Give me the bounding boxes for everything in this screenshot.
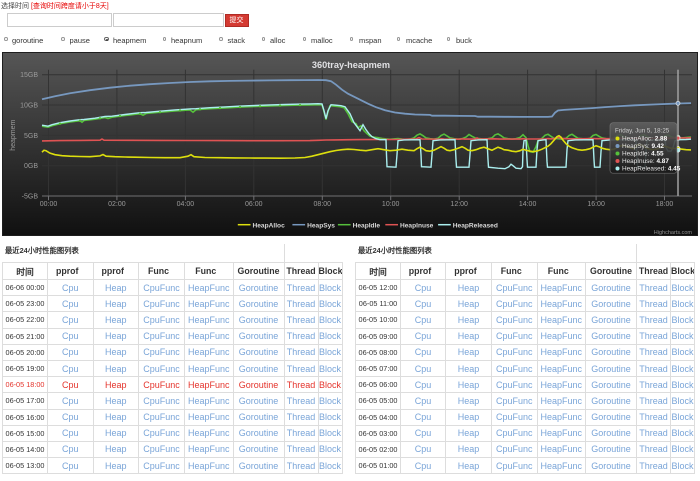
svg-text:08:00: 08:00 xyxy=(314,201,332,208)
svg-text:0GB: 0GB xyxy=(24,163,38,170)
svg-text:00:00: 00:00 xyxy=(40,201,58,208)
svg-text:HeapReleased: HeapReleased xyxy=(453,223,498,230)
svg-text:5GB: 5GB xyxy=(24,133,38,140)
svg-text:HeapInuse: 4.87: HeapInuse: 4.87 xyxy=(622,158,669,165)
svg-text:12:00: 12:00 xyxy=(450,201,468,208)
svg-text:HeapIdle: 4.55: HeapIdle: 4.55 xyxy=(622,151,664,158)
svg-text:HeapAlloc: 2.88: HeapAlloc: 2.88 xyxy=(622,136,668,143)
svg-text:10GB: 10GB xyxy=(20,103,38,110)
svg-text:HeapReleased: 4.45: HeapReleased: 4.45 xyxy=(622,166,681,173)
svg-text:HeapInuse: HeapInuse xyxy=(400,223,434,230)
svg-text:HeapSys: 9.42: HeapSys: 9.42 xyxy=(622,143,664,150)
svg-text:360tray-heapmem: 360tray-heapmem xyxy=(312,60,390,70)
svg-text:HeapSys: HeapSys xyxy=(307,223,335,230)
svg-text:heapmem: heapmem xyxy=(10,120,17,151)
svg-text:02:00: 02:00 xyxy=(108,201,126,208)
svg-text:06:00: 06:00 xyxy=(245,201,263,208)
svg-text:-5GB: -5GB xyxy=(22,194,39,201)
svg-text:HeapIdle: HeapIdle xyxy=(353,223,381,230)
svg-text:14:00: 14:00 xyxy=(519,201,537,208)
svg-text:15GB: 15GB xyxy=(20,72,38,79)
svg-text:HeapAlloc: HeapAlloc xyxy=(253,223,286,230)
svg-text:Highcharts.com: Highcharts.com xyxy=(654,230,693,236)
svg-text:Friday, Jun 5, 18:25: Friday, Jun 5, 18:25 xyxy=(615,128,670,135)
svg-text:16:00: 16:00 xyxy=(587,201,605,208)
svg-text:04:00: 04:00 xyxy=(177,201,195,208)
svg-text:10:00: 10:00 xyxy=(382,201,400,208)
svg-text:18:00: 18:00 xyxy=(656,201,674,208)
